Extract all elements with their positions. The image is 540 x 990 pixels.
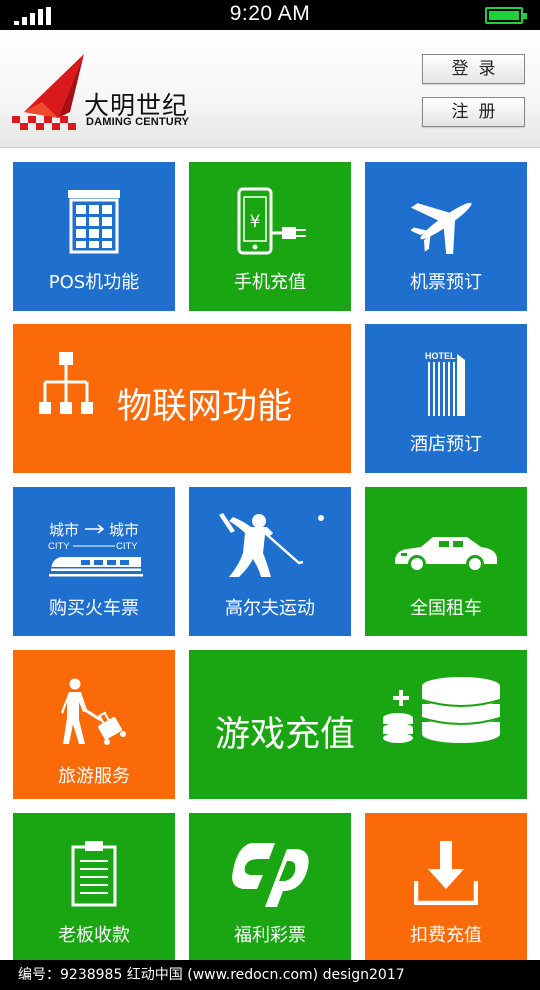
train-from-en: CITY xyxy=(48,541,70,552)
clipboard-icon xyxy=(71,841,117,907)
status-time: 9:20 AM xyxy=(229,2,311,25)
brand-logo xyxy=(12,54,84,130)
brand-name-en: DAMING CENTURY xyxy=(86,116,190,128)
tile-game-recharge[interactable]: 游戏充值 xyxy=(189,650,527,799)
tile-car-rental[interactable]: 全国租车 xyxy=(365,487,527,636)
train-to-en: CITY xyxy=(116,541,138,552)
train-from: 城市 xyxy=(49,521,79,539)
phone-charge-icon: ¥ xyxy=(237,187,306,255)
register-button[interactable]: 注册 xyxy=(422,97,525,127)
tile-label: 购买火车票 xyxy=(49,598,139,619)
watermark-footer: 编号：9238985 红动中国 (www.redocn.com) design2… xyxy=(0,960,540,990)
tile-label: 扣费充值 xyxy=(410,925,482,946)
tile-deduct-recharge[interactable]: 扣费充值 xyxy=(365,813,527,960)
car-icon xyxy=(395,537,497,573)
svg-text:¥: ¥ xyxy=(250,212,261,232)
tile-hotel[interactable]: HOTEL 酒店预订 xyxy=(365,324,527,473)
tile-label: POS机功能 xyxy=(48,272,140,293)
download-tray-icon xyxy=(414,841,478,905)
tile-train[interactable]: 城市 城市 CITY CITY 购买火车票 xyxy=(13,487,175,636)
hotel-sign: HOTEL xyxy=(425,351,456,361)
tile-label: 手机充值 xyxy=(234,272,306,293)
tile-label: 全国租车 xyxy=(410,598,482,619)
tile-label: 机票预订 xyxy=(410,272,482,293)
airplane-icon xyxy=(411,202,472,254)
tile-label: 福利彩票 xyxy=(234,925,306,946)
tile-lottery[interactable]: 福利彩票 xyxy=(189,813,351,960)
tile-golf[interactable]: 高尔夫运动 xyxy=(189,487,351,636)
battery-icon xyxy=(485,7,527,24)
tile-label: 老板收款 xyxy=(58,925,130,946)
hotel-building-icon: HOTEL xyxy=(425,351,465,416)
tile-boss-payment[interactable]: 老板收款 xyxy=(13,813,175,960)
train-to: 城市 xyxy=(109,521,139,539)
tile-label: 高尔夫运动 xyxy=(225,598,315,619)
tile-label: 旅游服务 xyxy=(58,766,130,787)
tile-label: 游戏充值 xyxy=(215,715,356,755)
lottery-logo-icon xyxy=(232,843,309,907)
golfer-icon xyxy=(219,513,324,577)
tile-travel[interactable]: 旅游服务 xyxy=(13,650,175,799)
coin-stack-plus-icon xyxy=(383,677,501,743)
tile-label: 物联网功能 xyxy=(117,387,293,427)
login-button[interactable]: 登录 xyxy=(422,54,525,84)
network-tree-icon xyxy=(39,352,93,414)
tile-phone-recharge[interactable]: ¥ 手机充值 xyxy=(189,162,351,311)
traveler-luggage-icon xyxy=(61,678,126,745)
tile-flight[interactable]: 机票预订 xyxy=(365,162,527,311)
tile-pos[interactable]: POS机功能 xyxy=(13,162,175,311)
train-route-icon: 城市 城市 CITY CITY xyxy=(48,521,143,577)
tile-label: 酒店预订 xyxy=(410,434,482,455)
tile-iot[interactable]: 物联网功能 xyxy=(13,324,351,473)
pos-terminal-icon xyxy=(68,190,120,254)
status-bar: 9:20 AM xyxy=(0,0,540,30)
